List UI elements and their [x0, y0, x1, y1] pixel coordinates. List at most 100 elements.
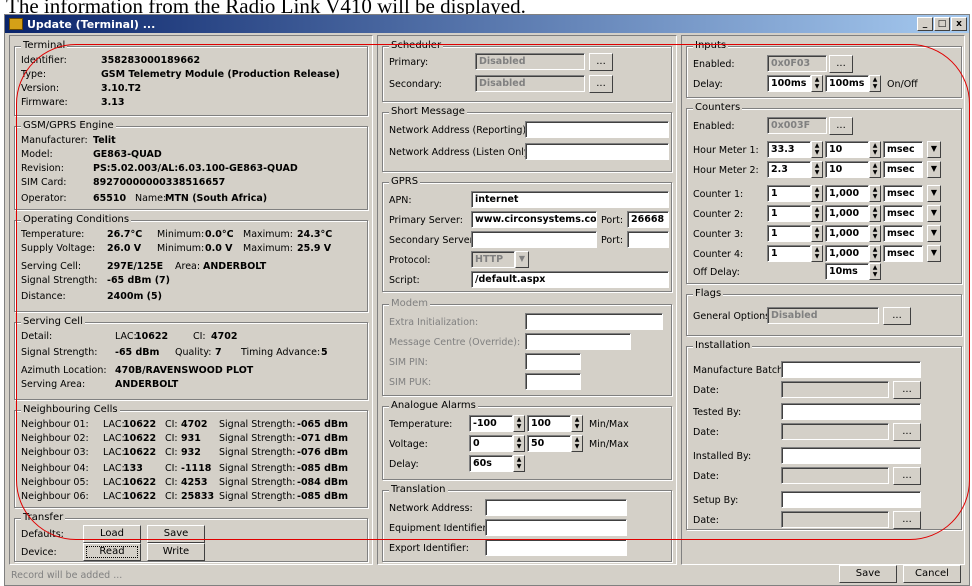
write-button[interactable]: Write: [147, 543, 205, 561]
counter-unit-select[interactable]: msec: [883, 141, 923, 158]
counter-interval-input[interactable]: 10: [825, 161, 869, 178]
temp-max-spinner[interactable]: ▲ ▼: [571, 415, 583, 432]
apn-input[interactable]: internet: [471, 191, 669, 208]
counter-value-input[interactable]: 1: [767, 205, 811, 222]
chevron-down-icon[interactable]: ▼: [927, 205, 941, 222]
counters-enabled-browse-button[interactable]: ...: [829, 117, 853, 135]
installed-date-browse-button[interactable]: ...: [893, 467, 921, 485]
counter-interval-input[interactable]: 1,000: [825, 185, 869, 202]
inputs-title: Inputs: [693, 40, 729, 51]
primary-port-input[interactable]: 26668: [627, 211, 669, 228]
read-button[interactable]: Read: [83, 543, 141, 561]
counter-interval-spinner[interactable]: ▲ ▼: [869, 141, 881, 158]
counter-interval-spinner[interactable]: ▲ ▼: [869, 161, 881, 178]
counter-interval-spinner[interactable]: ▲ ▼: [869, 205, 881, 222]
counter-unit-select[interactable]: msec: [883, 185, 923, 202]
chevron-down-icon[interactable]: ▼: [927, 225, 941, 242]
counter-interval-input[interactable]: 1,000: [825, 205, 869, 222]
close-button[interactable]: x: [951, 17, 967, 31]
counter-value-spinner[interactable]: ▲ ▼: [811, 185, 823, 202]
installed-by-input[interactable]: [781, 447, 921, 464]
counter-value-input[interactable]: 1: [767, 185, 811, 202]
counter-unit-select[interactable]: msec: [883, 245, 923, 262]
counter-value-spinner[interactable]: ▲ ▼: [811, 245, 823, 262]
off-delay-spinner[interactable]: ▲ ▼: [869, 263, 881, 280]
setup-by-input[interactable]: [781, 491, 921, 508]
temp-max-input[interactable]: 100: [527, 415, 571, 432]
secondary-port-label: Port:: [601, 235, 624, 246]
neighbour-name: Neighbour 03:: [21, 447, 89, 458]
counter-interval-spinner[interactable]: ▲ ▼: [869, 185, 881, 202]
counter-value-input[interactable]: 33.3: [767, 141, 811, 158]
inputs-delay-off-spinner[interactable]: ▲ ▼: [869, 75, 881, 92]
tested-date-browse-button[interactable]: ...: [893, 423, 921, 441]
counter-value-input[interactable]: 1: [767, 225, 811, 242]
inputs-delay-on-spinner[interactable]: ▲ ▼: [811, 75, 823, 92]
cancel-button[interactable]: Cancel: [903, 565, 961, 583]
manufacture-batch-input[interactable]: [781, 361, 921, 378]
equipment-identifier-input[interactable]: [485, 519, 627, 536]
chevron-down-icon[interactable]: ▼: [927, 245, 941, 262]
setup-date-browse-button[interactable]: ...: [893, 511, 921, 529]
alarm-delay-input[interactable]: 60s: [469, 455, 513, 472]
volt-min-input[interactable]: 0: [469, 435, 513, 452]
volt-min-spinner[interactable]: ▲ ▼: [513, 435, 525, 452]
secondary-schedule-browse-button[interactable]: ...: [589, 75, 613, 93]
chevron-down-icon[interactable]: ▼: [927, 161, 941, 178]
inputs-delay-on-input[interactable]: 100ms: [767, 75, 811, 92]
counter-unit-select[interactable]: msec: [883, 205, 923, 222]
counter-interval-spinner[interactable]: ▲ ▼: [869, 225, 881, 242]
neighbour-ci: 931: [181, 433, 201, 444]
off-delay-input[interactable]: 10ms: [825, 263, 869, 280]
title-bar[interactable]: Update (Terminal) ... _ □ x: [5, 15, 969, 33]
revision-label: Revision:: [21, 163, 64, 174]
counter-interval-spinner[interactable]: ▲ ▼: [869, 245, 881, 262]
counter-value-spinner[interactable]: ▲ ▼: [811, 141, 823, 158]
neighbour-ci: 25833: [181, 491, 215, 502]
type-label: Type:: [21, 69, 47, 80]
script-input[interactable]: /default.aspx: [471, 271, 669, 288]
counter-value-spinner[interactable]: ▲ ▼: [811, 225, 823, 242]
volt-min-label: Minimum:: [157, 243, 205, 254]
primary-schedule-browse-button[interactable]: ...: [589, 53, 613, 71]
reporting-address-input[interactable]: [525, 121, 669, 138]
minimize-button[interactable]: _: [917, 17, 933, 31]
counter-interval-input[interactable]: 10: [825, 141, 869, 158]
counter-value-input[interactable]: 2.3: [767, 161, 811, 178]
counter-interval-input[interactable]: 1,000: [825, 245, 869, 262]
counter-interval-input[interactable]: 1,000: [825, 225, 869, 242]
volt-max-input[interactable]: 50: [527, 435, 571, 452]
counter-unit-select[interactable]: msec: [883, 161, 923, 178]
counter-value-spinner[interactable]: ▲ ▼: [811, 161, 823, 178]
batch-date-label: Date:: [693, 385, 719, 396]
volt-max-spinner[interactable]: ▲ ▼: [571, 435, 583, 452]
secondary-server-input[interactable]: [471, 231, 597, 248]
temp-min-spinner[interactable]: ▲ ▼: [513, 415, 525, 432]
inputs-delay-off-input[interactable]: 100ms: [825, 75, 869, 92]
batch-date-browse-button[interactable]: ...: [893, 381, 921, 399]
alarm-delay-spinner[interactable]: ▲ ▼: [513, 455, 525, 472]
counter-value-input[interactable]: 1: [767, 245, 811, 262]
counters-group: Counters Enabled: 0x003F ... Hour Meter …: [686, 102, 962, 284]
load-button[interactable]: Load: [83, 525, 141, 543]
area-value: ANDERBOLT: [203, 261, 267, 272]
chevron-down-icon[interactable]: ▼: [927, 185, 941, 202]
transfer-group: Transfer Defaults: Load Save Device: Rea…: [14, 512, 368, 562]
chevron-down-icon[interactable]: ▼: [927, 141, 941, 158]
temp-min-input[interactable]: -100: [469, 415, 513, 432]
maximize-button[interactable]: □: [934, 17, 950, 31]
tested-by-input[interactable]: [781, 403, 921, 420]
general-options-browse-button[interactable]: ...: [883, 307, 911, 325]
inputs-enabled-browse-button[interactable]: ...: [829, 55, 853, 73]
primary-server-input[interactable]: www.circonsystems.co.z: [471, 211, 597, 228]
firmware-label: Firmware:: [21, 97, 68, 108]
network-address-input[interactable]: [485, 499, 627, 516]
save-button[interactable]: Save: [839, 565, 897, 583]
save-defaults-button[interactable]: Save: [147, 525, 205, 543]
secondary-port-input[interactable]: [627, 231, 669, 248]
counter-unit-select[interactable]: msec: [883, 225, 923, 242]
counter-value-spinner[interactable]: ▲ ▼: [811, 205, 823, 222]
export-identifier-input[interactable]: [485, 539, 627, 556]
neighbour-lac-label: LAC:: [103, 419, 125, 430]
listen-address-input[interactable]: [525, 143, 669, 160]
